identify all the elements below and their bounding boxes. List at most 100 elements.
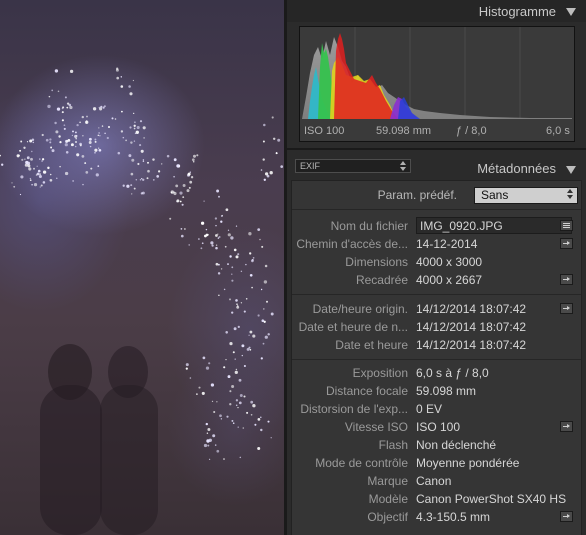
section-divider xyxy=(292,209,581,210)
histogram-aperture: ƒ / 8,0 xyxy=(456,125,487,137)
light-point xyxy=(226,415,229,418)
light-point xyxy=(233,327,237,331)
row-value: ISO 100 xyxy=(416,420,461,434)
light-point xyxy=(98,148,102,152)
metadata-header[interactable]: EXIF Métadonnées xyxy=(287,156,586,180)
metadata-title: Métadonnées xyxy=(477,161,556,176)
light-point xyxy=(36,165,38,167)
light-point xyxy=(29,177,32,180)
light-point xyxy=(152,179,155,181)
light-point xyxy=(227,375,231,379)
row-folder-path: Chemin d'accès de... 14-12-2014 xyxy=(292,235,581,253)
light-point xyxy=(97,134,100,137)
light-point xyxy=(215,234,218,237)
light-point xyxy=(249,252,252,255)
light-point xyxy=(260,288,263,291)
arrow-right-icon[interactable] xyxy=(560,303,573,314)
light-point xyxy=(69,69,74,74)
arrow-right-icon[interactable] xyxy=(560,511,573,522)
light-point xyxy=(89,145,92,148)
metadata-view-select[interactable]: EXIF xyxy=(295,159,411,173)
light-point xyxy=(263,280,268,284)
arrow-right-icon[interactable] xyxy=(560,274,573,285)
light-point xyxy=(94,151,96,154)
light-point xyxy=(120,76,123,78)
light-point xyxy=(55,130,59,134)
histogram-title: Histogramme xyxy=(478,4,556,19)
light-point xyxy=(264,264,268,268)
light-point xyxy=(99,135,101,137)
light-point xyxy=(142,159,145,161)
light-point xyxy=(243,310,246,313)
row-flash: Flash Non déclenché xyxy=(292,436,581,454)
preset-value: Sans xyxy=(481,188,509,202)
light-point xyxy=(210,241,214,245)
light-point xyxy=(205,228,208,231)
light-point xyxy=(245,298,248,300)
light-point xyxy=(250,413,253,416)
light-point xyxy=(79,121,81,124)
light-point xyxy=(135,179,138,181)
light-point xyxy=(140,149,144,153)
light-point xyxy=(225,331,228,334)
light-point xyxy=(191,158,195,162)
row-value[interactable]: IMG_0920.JPG xyxy=(420,219,503,233)
light-point xyxy=(58,135,61,138)
light-point xyxy=(229,390,232,393)
light-point xyxy=(257,418,261,421)
row-file-name: Nom du fichier IMG_0920.JPG xyxy=(292,217,581,235)
histogram-header[interactable]: Histogramme xyxy=(287,0,586,22)
light-point xyxy=(120,130,124,133)
row-cropped: Recadrée 4000 x 2667 xyxy=(292,271,581,289)
light-point xyxy=(267,420,270,423)
light-point xyxy=(227,263,229,266)
light-point xyxy=(208,362,211,365)
light-point xyxy=(130,184,133,187)
light-point xyxy=(100,105,103,108)
arrow-right-icon[interactable] xyxy=(560,421,573,432)
light-point xyxy=(190,176,194,179)
metadata-view-value: EXIF xyxy=(300,161,321,171)
section-divider xyxy=(292,359,581,360)
triangle-down-icon[interactable] xyxy=(566,166,576,174)
light-point xyxy=(202,356,206,360)
light-point xyxy=(198,386,201,389)
light-point xyxy=(261,319,265,323)
photo-image xyxy=(0,67,284,535)
light-point xyxy=(186,189,190,193)
preset-select[interactable]: Sans xyxy=(474,187,578,204)
light-point xyxy=(201,391,205,395)
histogram-focal: 59.098 mm xyxy=(376,125,432,137)
light-point xyxy=(240,270,243,273)
light-point xyxy=(57,90,60,93)
light-point xyxy=(220,220,223,223)
light-point xyxy=(41,158,45,161)
arrow-right-icon[interactable] xyxy=(560,238,573,249)
light-point xyxy=(205,366,210,370)
light-point xyxy=(59,165,61,168)
light-point xyxy=(260,416,262,419)
light-point xyxy=(88,141,92,144)
light-point xyxy=(139,120,143,123)
light-point xyxy=(61,111,64,114)
light-point xyxy=(139,144,142,147)
light-point xyxy=(219,414,222,418)
light-point xyxy=(56,177,58,180)
light-point xyxy=(122,184,125,187)
light-point xyxy=(24,158,26,160)
light-point xyxy=(88,137,92,141)
light-point xyxy=(39,186,41,188)
triangle-down-icon[interactable] xyxy=(566,8,576,16)
row-model: Modèle Canon PowerShot SX40 HS xyxy=(292,490,581,508)
light-point xyxy=(227,233,231,237)
light-point xyxy=(94,138,97,141)
light-point xyxy=(41,160,44,162)
light-point xyxy=(27,164,31,168)
row-label: Mode de contrôle xyxy=(315,456,408,470)
light-point xyxy=(65,151,69,154)
light-point xyxy=(248,334,250,336)
light-point xyxy=(131,158,135,162)
list-icon[interactable] xyxy=(560,220,573,231)
row-metering-mode: Mode de contrôle Moyenne pondérée xyxy=(292,454,581,472)
light-point xyxy=(215,224,217,227)
